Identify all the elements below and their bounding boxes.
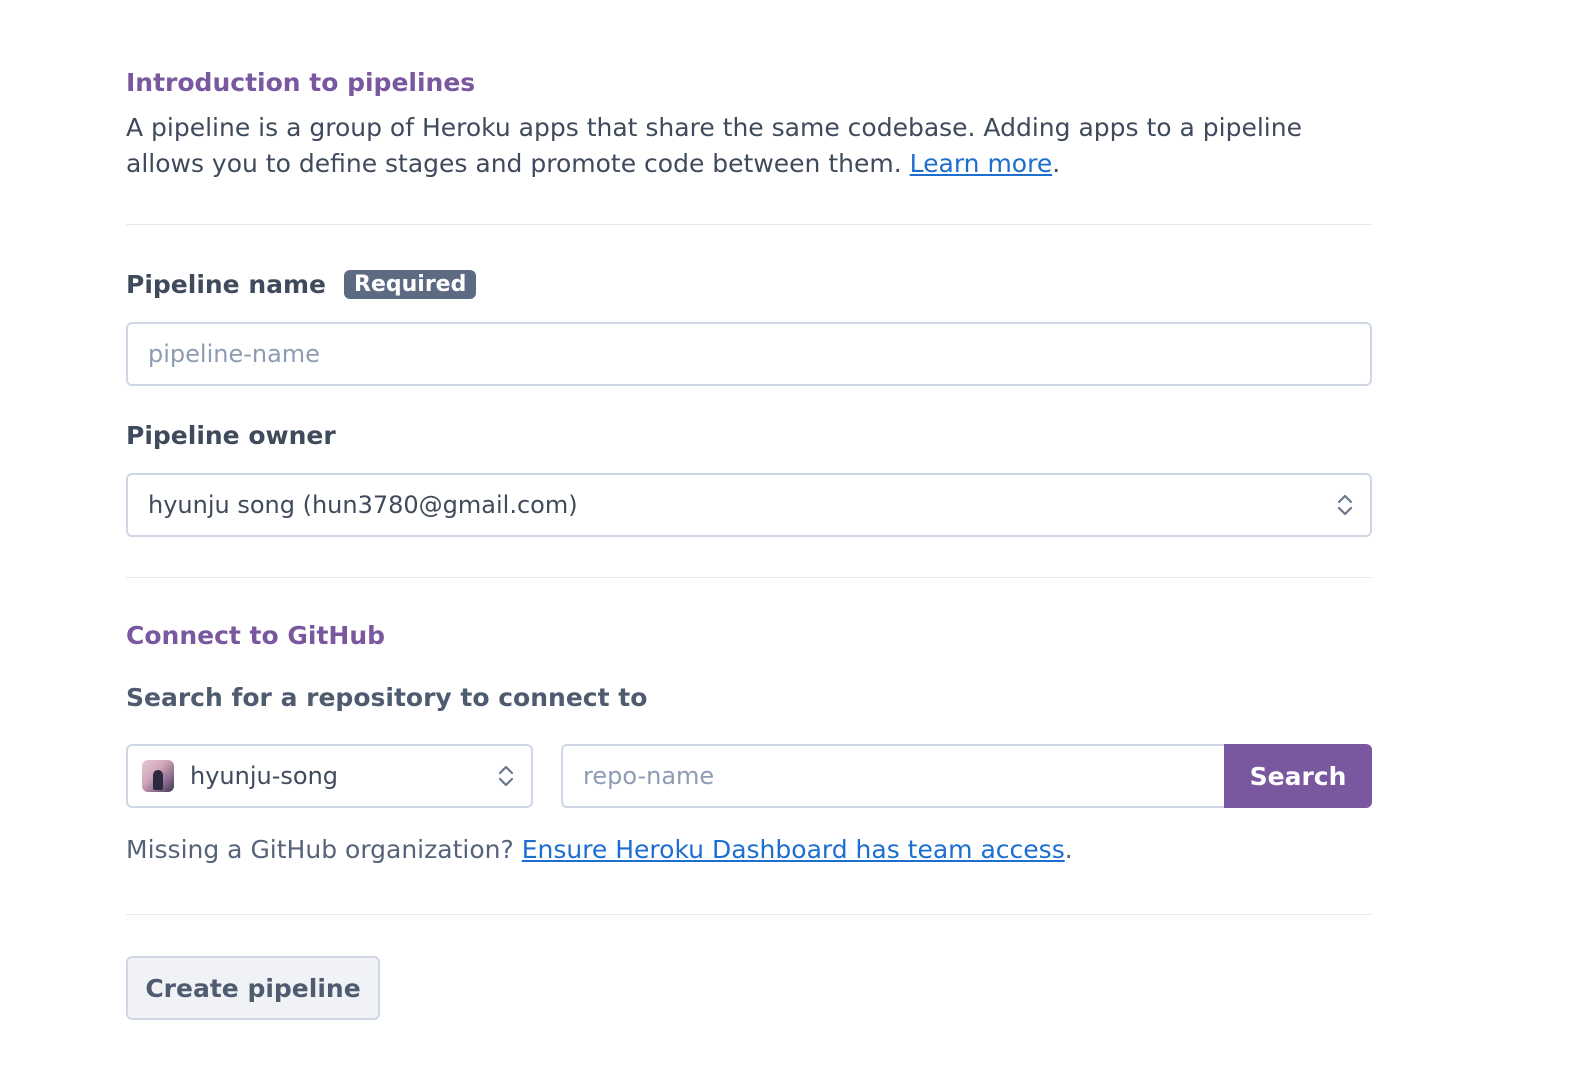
avatar — [142, 760, 174, 792]
intro-trailing: . — [1052, 149, 1061, 178]
required-badge: Required — [344, 269, 477, 299]
intro-text: A pipeline is a group of Heroku apps tha… — [126, 110, 1372, 182]
pipeline-owner-select[interactable]: hyunju song (hun3780@gmail.com) — [126, 473, 1372, 537]
chevron-up-down-icon — [498, 765, 514, 787]
pipeline-owner-label-row: Pipeline owner — [126, 418, 1372, 452]
pipeline-form: Introduction to pipelines A pipeline is … — [126, 64, 1372, 1020]
repo-search-row: hyunju-song Search — [126, 744, 1372, 808]
connect-github-title: Connect to GitHub — [126, 621, 386, 650]
github-org-select[interactable]: hyunju-song — [126, 744, 533, 808]
team-access-link[interactable]: Ensure Heroku Dashboard has team access — [522, 835, 1065, 864]
github-org-value: hyunju-song — [190, 762, 339, 790]
missing-org-trailing: . — [1064, 835, 1073, 864]
search-button[interactable]: Search — [1224, 744, 1372, 808]
divider — [126, 914, 1372, 915]
repo-name-input[interactable] — [561, 744, 1224, 808]
divider — [126, 577, 1372, 578]
chevron-up-down-icon — [1337, 494, 1353, 516]
divider — [126, 224, 1372, 225]
pipeline-owner-value: hyunju song (hun3780@gmail.com) — [148, 491, 578, 519]
pipeline-name-input[interactable] — [126, 322, 1372, 386]
pipeline-owner-label: Pipeline owner — [126, 420, 336, 450]
missing-org-hint: Missing a GitHub organization? Ensure He… — [126, 832, 1372, 868]
create-pipeline-button[interactable]: Create pipeline — [126, 956, 380, 1020]
missing-org-text: Missing a GitHub organization? — [126, 835, 514, 864]
page: Introduction to pipelines A pipeline is … — [0, 0, 1570, 1078]
pipeline-name-label: Pipeline name — [126, 269, 327, 299]
repo-search-label: Search for a repository to connect to — [126, 683, 648, 712]
learn-more-link[interactable]: Learn more — [910, 149, 1053, 178]
intro-title: Introduction to pipelines — [126, 68, 476, 97]
intro-description: A pipeline is a group of Heroku apps tha… — [126, 113, 1302, 178]
pipeline-name-label-row: Pipeline name Required — [126, 267, 1372, 301]
